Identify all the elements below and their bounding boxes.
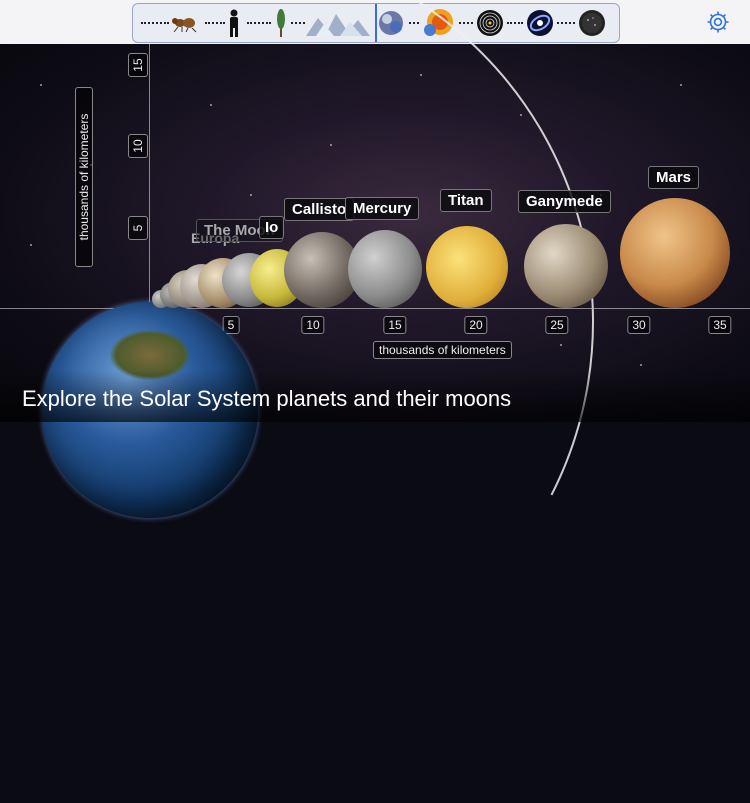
label-ganymede[interactable]: Ganymede (518, 190, 611, 213)
caption-banner: Explore the Solar System planets and the… (0, 370, 750, 422)
ganymede-moon[interactable] (524, 224, 608, 308)
y-tick-15: 15 (128, 53, 148, 77)
label-io[interactable]: Io (259, 216, 285, 239)
x-tick-5: 5 (222, 316, 240, 334)
label-mars[interactable]: Mars (648, 166, 700, 189)
x-tick-25: 25 (545, 316, 569, 334)
y-tick-5: 5 (128, 216, 148, 240)
label-mercury[interactable]: Mercury (345, 197, 420, 220)
x-tick-35: 35 (708, 316, 732, 334)
label-titan[interactable]: Titan (440, 189, 492, 212)
label-callisto[interactable]: Callisto (284, 198, 355, 221)
x-tick-30: 30 (627, 316, 651, 334)
caption-text: Explore the Solar System planets and the… (22, 386, 512, 411)
titan-moon[interactable] (426, 226, 508, 308)
mercury-planet[interactable] (348, 230, 422, 308)
x-axis-label: thousands of kilometers (373, 341, 512, 359)
x-tick-20: 20 (464, 316, 488, 334)
x-tick-10: 10 (301, 316, 325, 334)
y-tick-10: 10 (128, 134, 148, 158)
y-axis-label: thousands of kilometers (75, 87, 93, 267)
x-tick-15: 15 (383, 316, 407, 334)
mars-planet[interactable] (620, 198, 730, 308)
